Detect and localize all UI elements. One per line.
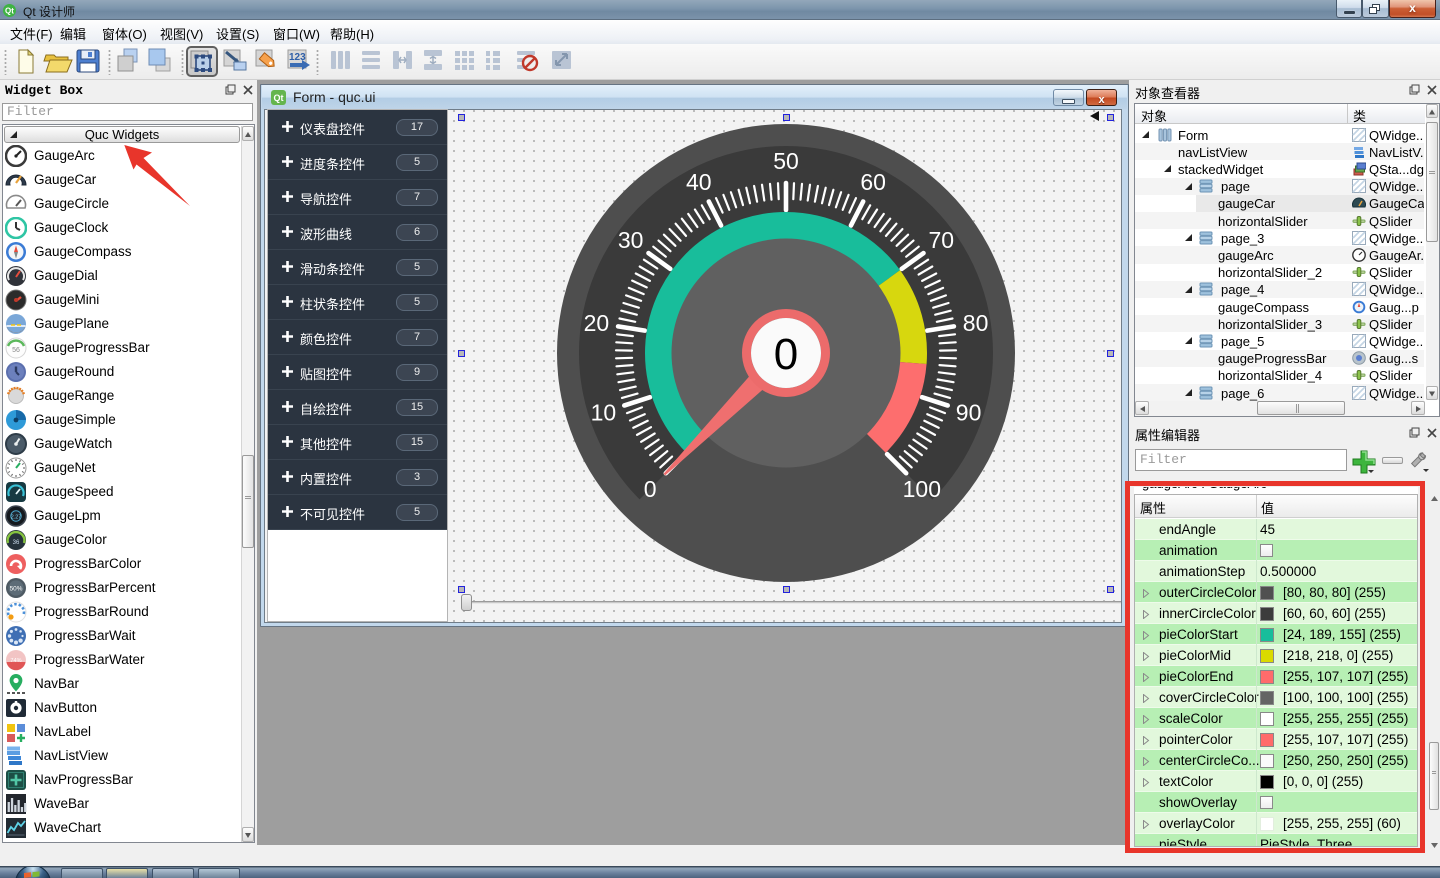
- svg-text:70: 70: [929, 227, 955, 253]
- svg-text:36: 36: [13, 540, 20, 546]
- svg-text:50: 50: [773, 148, 799, 174]
- svg-text:50%: 50%: [10, 586, 23, 593]
- svg-text:Qt: Qt: [5, 7, 14, 16]
- svg-text:20: 20: [584, 310, 610, 336]
- svg-text:10: 10: [591, 399, 617, 425]
- svg-text:30: 30: [618, 227, 644, 253]
- svg-text:74%: 74%: [10, 658, 21, 664]
- svg-text:40: 40: [686, 169, 712, 195]
- svg-text:0: 0: [774, 330, 798, 379]
- svg-text:0: 0: [644, 476, 657, 502]
- svg-text:60: 60: [860, 169, 886, 195]
- svg-text:2.27: 2.27: [11, 515, 22, 521]
- svg-text:80: 80: [963, 310, 989, 336]
- svg-text:100: 100: [903, 476, 941, 502]
- svg-text:Qt: Qt: [274, 93, 284, 103]
- svg-text:90: 90: [956, 399, 982, 425]
- svg-text:56: 56: [12, 347, 20, 354]
